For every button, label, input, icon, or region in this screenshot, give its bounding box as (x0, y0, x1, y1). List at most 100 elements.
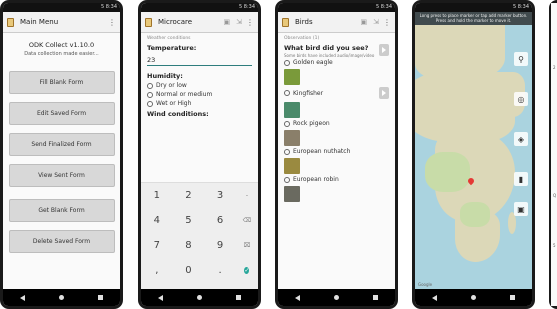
map-attribution: Google (418, 282, 433, 287)
partial-text: 5 (553, 243, 556, 248)
home-icon[interactable] (197, 295, 202, 300)
key-2[interactable]: 2 (173, 190, 205, 201)
back-icon[interactable] (295, 294, 300, 301)
bird-image (284, 102, 300, 118)
key-7[interactable]: 7 (141, 240, 173, 251)
humidity-option[interactable]: Dry or low (141, 80, 258, 89)
key-done[interactable]: ✓ (236, 265, 258, 276)
bird-option[interactable]: Golden eagle (278, 58, 395, 66)
save-icon[interactable]: ▣ (514, 202, 528, 216)
bird-option[interactable]: European nuthatch (278, 147, 395, 155)
radio-icon (147, 100, 153, 107)
key-8[interactable]: 8 (173, 240, 205, 251)
bird-option[interactable]: Rock pigeon (278, 119, 395, 127)
status-bar: 5 8:34 (3, 3, 120, 12)
my-location-icon[interactable]: ◎ (514, 92, 528, 106)
partial-text: Q (553, 193, 557, 198)
recent-apps-icon[interactable] (510, 295, 515, 300)
map-forest (460, 202, 490, 227)
option-label: Kingfisher (293, 89, 324, 97)
home-icon[interactable] (59, 295, 64, 300)
app-bar: Main Menu ⋮ (3, 12, 120, 33)
play-audio-icon[interactable] (379, 87, 389, 99)
key-comma[interactable]: , (141, 265, 173, 276)
key-9[interactable]: 9 (204, 240, 236, 251)
save-icon[interactable]: ▣ (224, 18, 231, 26)
page-title: Birds (295, 18, 313, 26)
map-forest (425, 152, 470, 192)
form-icon (145, 17, 152, 27)
recent-apps-icon[interactable] (373, 295, 378, 300)
play-audio-icon[interactable] (379, 44, 389, 56)
phone-partial: 2 Q 5 (549, 0, 557, 309)
send-finalized-form-button[interactable]: Send Finalized Form (8, 133, 115, 156)
key-3[interactable]: 3 (204, 190, 236, 201)
status-bar: 5 8:34 (278, 3, 395, 12)
bird-image (284, 186, 300, 202)
jump-icon[interactable]: ⇲ (373, 18, 379, 26)
done-icon: ✓ (244, 267, 250, 274)
key-0[interactable]: 0 (173, 265, 205, 276)
home-icon[interactable] (334, 295, 339, 300)
overflow-menu-icon[interactable]: ⋮ (108, 18, 116, 27)
section-hint: Observation (1) (284, 36, 320, 41)
radio-icon (284, 148, 290, 155)
option-label: Normal or medium (156, 91, 213, 98)
key-dot[interactable]: . (204, 265, 236, 276)
key-backspace[interactable]: ⌫ (236, 217, 258, 224)
section-hint: Weather conditions (147, 36, 191, 41)
key-clear[interactable]: ⌧ (236, 242, 258, 249)
option-label: Dry or low (156, 82, 187, 89)
radio-icon (284, 90, 290, 96)
back-icon[interactable] (158, 294, 163, 301)
delete-icon[interactable]: ▮ (514, 172, 528, 186)
view-sent-form-button[interactable]: View Sent Form (8, 164, 115, 187)
radio-icon (147, 82, 153, 89)
option-label: Rock pigeon (293, 120, 330, 127)
option-label: Wet or High (156, 100, 192, 107)
layers-icon[interactable]: ◈ (514, 132, 528, 146)
humidity-option[interactable]: Wet or High (141, 98, 258, 107)
option-label: European robin (293, 176, 339, 183)
question-hint: Some birds have included audio/image/vid… (284, 53, 375, 58)
key-1[interactable]: 1 (141, 190, 173, 201)
fill-blank-form-button[interactable]: Fill Blank Form (8, 71, 115, 94)
back-icon[interactable] (20, 294, 25, 301)
app-bar: Microcare ▣ ⇲ ⋮ (141, 12, 258, 33)
key-4[interactable]: 4 (141, 215, 173, 226)
get-blank-form-button[interactable]: Get Blank Form (8, 199, 115, 222)
key-minus[interactable]: - (236, 192, 258, 199)
save-icon[interactable]: ▣ (361, 18, 368, 26)
bird-option[interactable]: European robin (278, 175, 395, 183)
temperature-label: Temperature: (147, 44, 197, 52)
bird-image (284, 130, 300, 146)
bird-option[interactable]: Kingfisher (278, 86, 395, 99)
phone-map: 5 8:34 Long press to place marker or tap… (412, 0, 535, 309)
bird-image (284, 69, 300, 85)
key-5[interactable]: 5 (173, 215, 205, 226)
nav-bar (415, 289, 532, 306)
overflow-menu-icon[interactable]: ⋮ (383, 18, 391, 27)
bird-image (284, 158, 300, 174)
app-bar: Birds ▣ ⇲ ⋮ (278, 12, 395, 33)
bird-question: What bird did you see? Some birds have i… (278, 41, 395, 58)
option-label: European nuthatch (293, 148, 351, 155)
radio-icon (284, 176, 290, 183)
app-header: ODK Collect v1.10.0 Data collection made… (3, 33, 120, 57)
recent-apps-icon[interactable] (236, 295, 241, 300)
humidity-option[interactable]: Normal or medium (141, 89, 258, 98)
delete-saved-form-button[interactable]: Delete Saved Form (8, 230, 115, 253)
home-icon[interactable] (471, 295, 476, 300)
status-bar: 5 8:34 (415, 3, 532, 12)
edit-saved-form-button[interactable]: Edit Saved Form (8, 102, 115, 125)
back-icon[interactable] (432, 294, 437, 301)
overflow-menu-icon[interactable]: ⋮ (246, 18, 254, 27)
jump-icon[interactable]: ⇲ (236, 18, 242, 26)
question-list[interactable]: Observation (1) What bird did you see? S… (278, 33, 395, 289)
add-marker-icon[interactable]: ⚲ (514, 52, 528, 66)
map-view[interactable]: Long press to place marker or tap add ma… (415, 12, 532, 289)
temperature-input[interactable]: 23 (147, 55, 252, 66)
key-6[interactable]: 6 (204, 215, 236, 226)
nav-bar (278, 289, 395, 306)
recent-apps-icon[interactable] (98, 295, 103, 300)
